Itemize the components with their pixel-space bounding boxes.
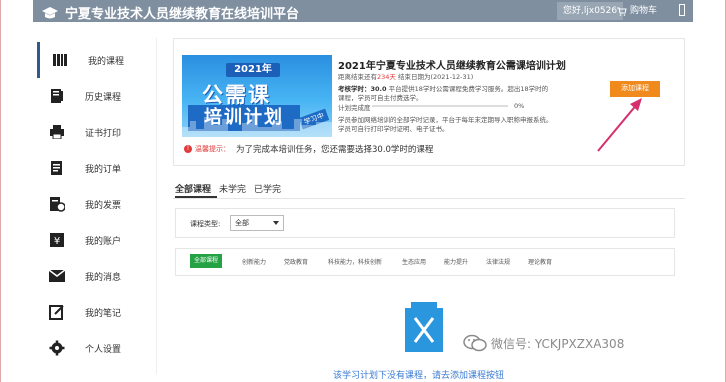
tab-finished[interactable]: 已学完 xyxy=(254,182,281,195)
cart-label: 购物车 xyxy=(630,6,658,16)
notice-label: 温馨提示： xyxy=(195,145,230,153)
main-content: 2021年 公需课 培训计划 学习中 2021年宁夏专业技术人员继续教育公需课培… xyxy=(173,38,685,381)
watermark-text: 微信号: YCKJPXZXA308 xyxy=(491,336,625,351)
course-plan-card: 2021年 公需课 培训计划 学习中 2021年宁夏专业技术人员继续教育公需课培… xyxy=(173,38,685,166)
brand[interactable]: 宁夏专业技术人员继续教育在线培训平台 xyxy=(41,3,299,22)
page-frame: 宁夏专业技术人员继续教育在线培训平台 您好,ljx0526 购物车 我的课程 历… xyxy=(0,0,726,382)
empty-box-icon xyxy=(405,302,443,352)
category-innovation[interactable]: 创新能力 xyxy=(242,257,266,266)
category-bar: 全部课程 创新能力 党政教育 科技能力，科技创新 生态应用 能力提升 法律法规 … xyxy=(175,248,675,276)
hours-desc-2: 课程，学员可自主付费选学。 xyxy=(338,94,423,102)
sidebar-item-label: 我的订单 xyxy=(85,164,122,175)
tab-all-courses[interactable]: 全部课程 xyxy=(175,182,211,195)
svg-text:¥: ¥ xyxy=(54,236,60,247)
printer-icon xyxy=(47,122,67,142)
tab-divider xyxy=(173,198,685,199)
category-all[interactable]: 全部课程 xyxy=(190,254,223,268)
envelope-icon xyxy=(47,266,67,286)
invoice-icon xyxy=(47,194,67,214)
progress-label: 计划完成度 xyxy=(338,104,371,112)
course-type-label: 课程类型: xyxy=(190,220,221,228)
banner-year: 2021年 xyxy=(226,63,280,77)
category-law[interactable]: 法律法规 xyxy=(486,257,510,266)
category-tech-innovation[interactable]: 科技能力，科技创新 xyxy=(328,257,382,266)
sidebar: 我的课程 历史课程 证书打印 我的订单 我的发票 ¥ 我的账户 我的消息 我的笔… xyxy=(37,38,157,374)
sidebar-item-label: 个人设置 xyxy=(85,344,122,355)
empty-state-text[interactable]: 该学习计划下没有课程，请去添加课程按钮 xyxy=(333,368,504,381)
note-icon xyxy=(47,302,67,322)
sidebar-item-label: 证书打印 xyxy=(85,128,122,139)
cart-icon xyxy=(617,7,627,16)
category-party-education[interactable]: 党政教育 xyxy=(284,257,308,266)
course-type-filter: 课程类型: 全部 xyxy=(175,208,675,238)
category-ability[interactable]: 能力提升 xyxy=(444,257,468,266)
notice-message: 为了完成本培训任务，您还需要选择30.0学时的课程 xyxy=(236,145,434,155)
sidebar-item-my-account[interactable]: ¥ 我的账户 xyxy=(37,222,157,258)
wechat-watermark: 微信号: YCKJPXZXA308 xyxy=(463,334,624,352)
alert-icon: ! xyxy=(184,145,192,153)
logout-icon[interactable] xyxy=(679,4,685,16)
course-banner[interactable]: 2021年 公需课 培训计划 学习中 xyxy=(182,55,332,137)
sidebar-item-history-courses[interactable]: 历史课程 xyxy=(37,78,157,114)
sidebar-item-label: 我的账户 xyxy=(85,236,122,247)
deadline-days: 234天 xyxy=(377,73,396,81)
yen-account-icon: ¥ xyxy=(47,230,67,250)
course-type-select[interactable]: 全部 xyxy=(230,215,284,231)
order-icon xyxy=(47,158,67,178)
sidebar-item-settings[interactable]: 个人设置 xyxy=(37,330,157,366)
city-skyline-image xyxy=(182,115,332,137)
chevron-down-icon xyxy=(273,221,279,225)
course-tabs: 全部课程 未学完 已学完 xyxy=(175,182,289,195)
course-title: 2021年宁夏专业技术人员继续教育公需课培训计划 xyxy=(338,61,566,72)
cart-link[interactable]: 购物车 xyxy=(617,2,657,20)
course-note-2: 学员可自行打印学时证明、电子证书。 xyxy=(338,125,449,133)
sidebar-item-label: 我的课程 xyxy=(88,56,125,67)
wechat-icon xyxy=(463,334,487,352)
progress-percent: 0% xyxy=(514,102,525,110)
sidebar-item-my-orders[interactable]: 我的订单 xyxy=(37,150,157,186)
sidebar-item-label: 历史课程 xyxy=(85,92,122,103)
category-ecology[interactable]: 生态应用 xyxy=(402,257,426,266)
books-icon xyxy=(50,50,70,70)
site-title: 宁夏专业技术人员继续教育在线培训平台 xyxy=(65,7,300,22)
sidebar-item-my-courses[interactable]: 我的课程 xyxy=(37,42,157,78)
pointer-arrow-icon xyxy=(597,98,642,152)
category-theory[interactable]: 理论教育 xyxy=(528,257,552,266)
sidebar-item-label: 我的笔记 xyxy=(85,308,122,319)
sidebar-item-certificate-print[interactable]: 证书打印 xyxy=(37,114,157,150)
progress-bar xyxy=(372,105,508,107)
deadline-suffix: 结束日期为(2021-12-31) xyxy=(395,73,474,81)
sidebar-item-label: 我的发票 xyxy=(85,200,122,211)
history-book-icon xyxy=(47,86,67,106)
sidebar-item-my-notes[interactable]: 我的笔记 xyxy=(37,294,157,330)
deadline-prefix: 距离结束还有 xyxy=(338,73,377,81)
notice-line: ! 温馨提示： 为了完成本培训任务，您还需要选择30.0学时的课程 xyxy=(184,143,433,155)
graduation-cap-icon xyxy=(42,6,58,18)
course-type-selected: 全部 xyxy=(235,219,249,227)
deadline-line: 距离结束还有234天 结束日期为(2021-12-31) xyxy=(338,71,473,81)
top-header: 宁夏专业技术人员继续教育在线培训平台 您好,ljx0526 购物车 xyxy=(33,0,693,22)
sidebar-item-my-messages[interactable]: 我的消息 xyxy=(37,258,157,294)
sidebar-item-my-invoices[interactable]: 我的发票 xyxy=(37,186,157,222)
user-greeting[interactable]: 您好,ljx0526 xyxy=(557,2,624,20)
gear-icon xyxy=(47,338,67,358)
tab-unfinished[interactable]: 未学完 xyxy=(219,182,246,195)
sidebar-item-label: 我的消息 xyxy=(85,272,122,283)
